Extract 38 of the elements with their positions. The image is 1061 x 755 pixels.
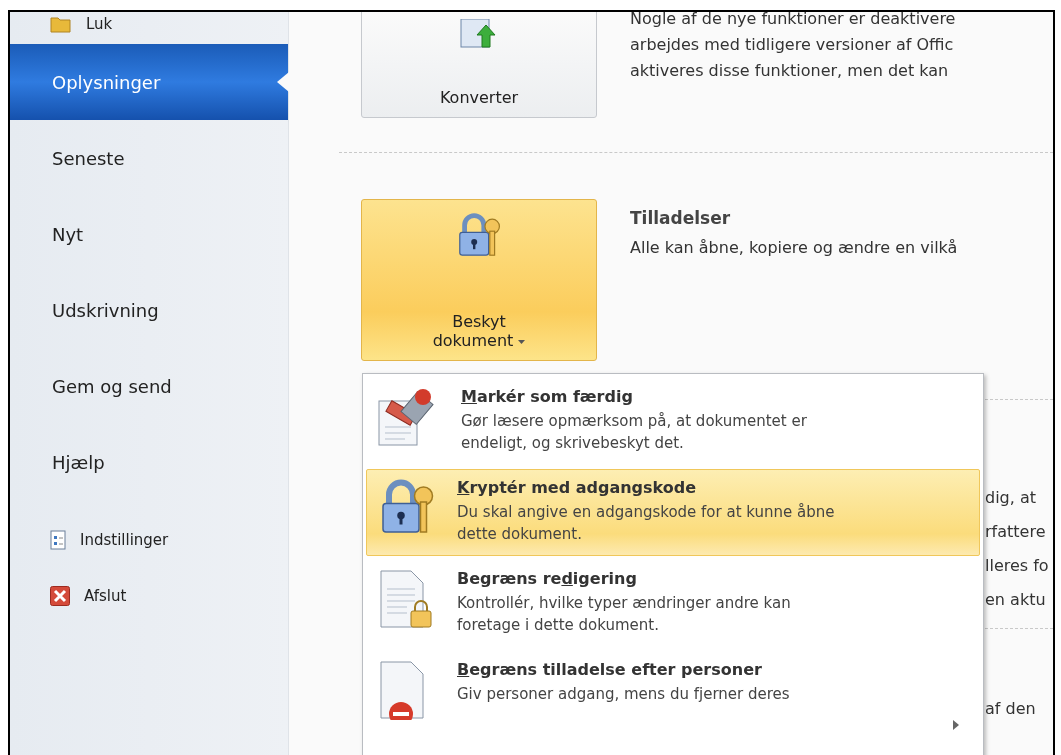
sidebar-item[interactable]: Luk [10,12,288,44]
section-title: Tilladelser [630,207,732,230]
menu-item-description: Giv personer adgang, mens du fjerner deres [457,684,791,705]
folder-icon [50,15,72,33]
menu-item[interactable]: Begræns tilladelse efter personer Giv personer adgang, mens du fjerner deres [366,651,980,737]
menu-item-description: Kontrollér, hvilke typer ændringer andre kan foretage i dette dokument. [457,593,792,636]
sidebar-item[interactable]: Seneste [10,120,288,196]
large-button[interactable]: Konverter [361,12,597,118]
large-button[interactable]: Beskyt dokument [361,199,597,361]
sidebar-item[interactable]: Nyt [10,196,288,272]
menu-item-title: Kryptér med adgangskode [457,478,698,497]
sidebar-item[interactable]: Udskrivning [10,272,288,348]
description-line: rfattere [985,522,1047,542]
sidebar-item[interactable]: Indstillinger [10,512,288,568]
menu-item-description: Du skal angive en adgangskode for at kunne åbne dette dokument. [457,502,836,545]
menu-item-title: Begræns tilladelse efter personer [457,660,763,679]
menu-item[interactable]: Markér som færdig Gør læsere opmærksom på, at dokumentet er endeligt, og skrivebeskyt det. [366,378,980,465]
close-icon [50,586,70,606]
sidebar-item[interactable]: Oplysninger [10,44,288,120]
menu-item-description: Gør læsere opmærksom på, at dokumentet er endeligt, og skrivebeskyt det. [461,411,808,454]
menu-item-title: Markér som færdig [461,387,634,406]
description-line: arbejdes med tidligere versioner af Offic [630,34,955,56]
description-line: aktiveres disse funktioner, men det kan [630,60,950,82]
description-line: dig, at [985,488,1037,508]
sidebar-item[interactable]: Hjælp [10,424,288,500]
menu-item[interactable]: Kryptér med adgangskode Du skal angive en adgangskode for at kunne åbne dette dokument. [366,469,980,556]
description-line: en aktu [985,590,1047,610]
description-line: Alle kan åbne, kopiere og ændre en vilkå [630,237,958,259]
sidebar-item[interactable]: Afslut [10,568,288,624]
menu-item-title: Begræns redigering [457,569,638,588]
options-icon [50,530,66,550]
description-line: Nogle af de nye funktioner er deaktivere [630,12,956,30]
description-line: af den [985,699,1037,719]
sidebar-item[interactable]: Gem og send [10,348,288,424]
document-arrow-icon [459,19,499,49]
description-line: lleres fo [985,556,1050,576]
menu-item[interactable]: Begræns redigering Kontrollér, hvilke typer ændringer andre kan foretage i dette dokument. [366,560,980,647]
caret-icon [518,339,526,344]
